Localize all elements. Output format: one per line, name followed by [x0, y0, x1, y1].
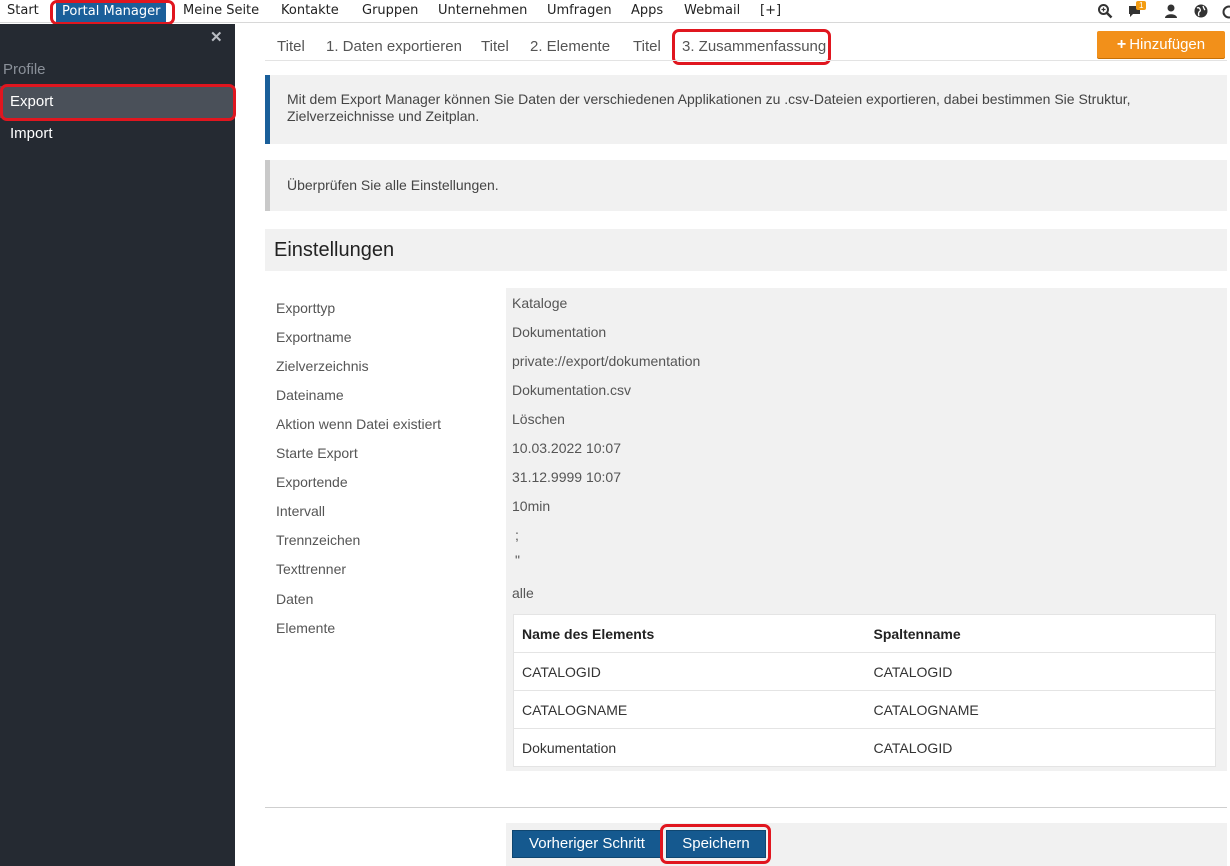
add-button[interactable]: + Hinzufügen: [1097, 31, 1225, 58]
tab-divider: [265, 60, 1227, 61]
chat-icon[interactable]: 1: [1128, 1, 1147, 19]
value-exportname: Dokumentation: [512, 324, 607, 340]
footer-divider: [265, 807, 1227, 808]
value-aktion: Löschen: [512, 411, 565, 427]
label-trennzeichen: Trennzeichen: [276, 532, 361, 548]
add-button-label: Hinzufügen: [1129, 36, 1206, 53]
table-row: CATALOGID CATALOGID: [513, 652, 1216, 691]
value-intervall: 10min: [512, 498, 551, 514]
nav-add-more[interactable]: [+]: [760, 0, 781, 23]
label-intervall: Intervall: [276, 503, 326, 519]
value-daten: alle: [512, 585, 534, 601]
globe-icon[interactable]: [1193, 3, 1209, 19]
check-box: Überprüfen Sie alle Einstellungen.: [265, 160, 1227, 211]
tab-daten-exportieren[interactable]: 1. Daten exportieren: [326, 38, 462, 55]
label-exporttyp: Exporttyp: [276, 300, 336, 316]
tab-zusammenfassung[interactable]: 3. Zusammenfassung: [682, 38, 826, 55]
elements-table: Name des Elements Spaltenname CATALOGID …: [513, 614, 1216, 767]
value-exporttyp: Kataloge: [512, 295, 568, 311]
table-cell: CATALOGID: [513, 652, 866, 691]
search-icon[interactable]: [1097, 3, 1113, 19]
label-exportende: Exportende: [276, 474, 348, 490]
label-elemente: Elemente: [276, 620, 336, 636]
notification-badge: 1: [1136, 1, 1147, 10]
col-header-column-name: Spaltenname: [865, 614, 1216, 653]
nav-portal-manager[interactable]: Portal Manager: [56, 1, 167, 22]
nav-webmail[interactable]: Webmail: [684, 0, 740, 23]
tab-elemente[interactable]: 2. Elemente: [530, 38, 610, 55]
info-text: Mit dem Export Manager können Sie Daten …: [287, 91, 1131, 124]
close-icon[interactable]: ✕: [210, 28, 223, 46]
tab-titel-3[interactable]: Titel: [633, 38, 661, 55]
nav-meine-seite[interactable]: Meine Seite: [183, 0, 259, 23]
label-dateiname: Dateiname: [276, 387, 344, 403]
table-row: Dokumentation CATALOGID: [513, 728, 1216, 767]
label-starte-export: Starte Export: [276, 445, 358, 461]
value-exportende: 31.12.9999 10:07: [512, 469, 621, 485]
sidebar-item-import[interactable]: Import: [0, 118, 235, 150]
tab-titel-2[interactable]: Titel: [481, 38, 509, 55]
info-box: Mit dem Export Manager können Sie Daten …: [265, 75, 1227, 144]
table-cell: CATALOGID: [865, 652, 1216, 691]
label-aktion: Aktion wenn Datei existiert: [276, 416, 441, 432]
nav-start[interactable]: Start: [7, 0, 39, 23]
top-navigation: Start Portal Manager Meine Seite Kontakt…: [0, 0, 1230, 23]
nav-umfragen[interactable]: Umfragen: [547, 0, 612, 23]
plus-icon: +: [1116, 36, 1127, 53]
value-starte-export: 10.03.2022 10:07: [512, 440, 621, 456]
table-cell: CATALOGID: [865, 728, 1216, 767]
user-icon[interactable]: [1163, 3, 1179, 19]
label-daten: Daten: [276, 591, 314, 607]
tab-titel-1[interactable]: Titel: [277, 38, 305, 55]
value-texttrenner: ": [515, 552, 520, 568]
table-row: CATALOGNAME CATALOGNAME: [513, 690, 1216, 729]
nav-apps[interactable]: Apps: [631, 0, 663, 23]
table-header-row: Name des Elements Spaltenname: [513, 614, 1216, 653]
nav-unternehmen[interactable]: Unternehmen: [438, 0, 527, 23]
nav-gruppen[interactable]: Gruppen: [362, 0, 418, 23]
save-button[interactable]: Speichern: [666, 830, 766, 858]
value-zielverzeichnis: private://export/dokumentation: [512, 353, 701, 369]
label-zielverzeichnis: Zielverzeichnis: [276, 358, 369, 374]
label-exportname: Exportname: [276, 329, 352, 345]
previous-step-button[interactable]: Vorheriger Schritt: [512, 830, 662, 858]
table-cell: CATALOGNAME: [513, 690, 866, 729]
sidebar-heading: Profile: [3, 61, 46, 78]
sidebar: ✕ Profile Export Import: [0, 24, 235, 866]
value-dateiname: Dokumentation.csv: [512, 382, 632, 398]
nav-kontakte[interactable]: Kontakte: [281, 0, 339, 23]
value-trennzeichen: ;: [515, 527, 519, 543]
check-text: Überprüfen Sie alle Einstellungen.: [287, 177, 499, 193]
table-cell: Dokumentation: [513, 728, 866, 767]
table-cell: CATALOGNAME: [865, 690, 1216, 729]
col-header-element-name: Name des Elements: [513, 614, 866, 653]
sidebar-item-export[interactable]: Export: [0, 86, 235, 118]
label-texttrenner: Texttrenner: [276, 561, 347, 577]
power-icon[interactable]: [1221, 3, 1230, 19]
settings-title: Einstellungen: [265, 229, 1227, 271]
